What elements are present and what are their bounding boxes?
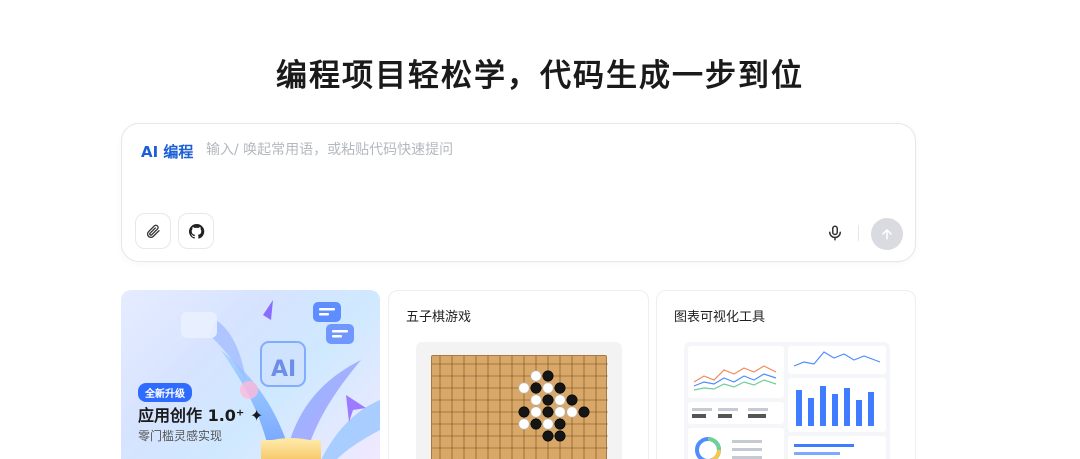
prompt-box[interactable]: AI 编程 [121,123,916,262]
white-stone [542,418,554,430]
github-button[interactable] [178,213,214,249]
white-stone [554,394,566,406]
black-stone [578,406,590,418]
card-title: 五子棋游戏 [406,310,472,325]
black-stone [542,394,554,406]
card-title: 图表可视化工具 [674,310,766,325]
black-stone [542,430,554,442]
chart-visualization-card[interactable]: 图表可视化工具 [656,290,916,459]
black-stone [518,406,530,418]
paperclip-icon [146,224,160,239]
voice-input-button[interactable] [822,220,848,246]
attach-button[interactable] [135,213,171,249]
white-stone [554,406,566,418]
white-stone [530,394,542,406]
prompt-input[interactable] [206,138,806,162]
black-stone [554,418,566,430]
page-headline: 编程项目轻松学，代码生成一步到位 [276,58,804,94]
promo-badge: 全新升级 [138,383,192,402]
microphone-icon [829,225,841,241]
toolbar-divider [858,225,859,241]
github-icon [188,223,204,239]
white-stone [518,382,530,394]
gomoku-board-preview [431,355,608,459]
gomoku-game-card[interactable]: 五子棋游戏 [388,290,649,459]
black-stone [530,418,542,430]
white-stone [566,406,578,418]
black-stone [554,430,566,442]
app-creation-promo-card[interactable]: AI 全新升级 应用创作 1.0⁺ ✦ 零门槛灵感实现 [121,290,380,459]
white-stone [542,382,554,394]
promo-subtitle: 零门槛灵感实现 [138,429,223,443]
black-stone [566,394,578,406]
dashboard-preview [684,342,890,459]
black-stone [542,406,554,418]
board-grid [432,356,608,459]
white-stone [518,418,530,430]
black-stone [530,382,542,394]
black-stone [542,370,554,382]
send-button[interactable] [871,218,903,250]
white-stone [530,406,542,418]
mode-tag[interactable]: AI 编程 [141,141,193,162]
arrow-up-icon [882,229,892,240]
dashboard-illustration [688,346,886,459]
white-stone [530,370,542,382]
svg-text:AI: AI [271,357,296,382]
black-stone [554,382,566,394]
promo-title: 应用创作 1.0⁺ ✦ [138,406,264,425]
